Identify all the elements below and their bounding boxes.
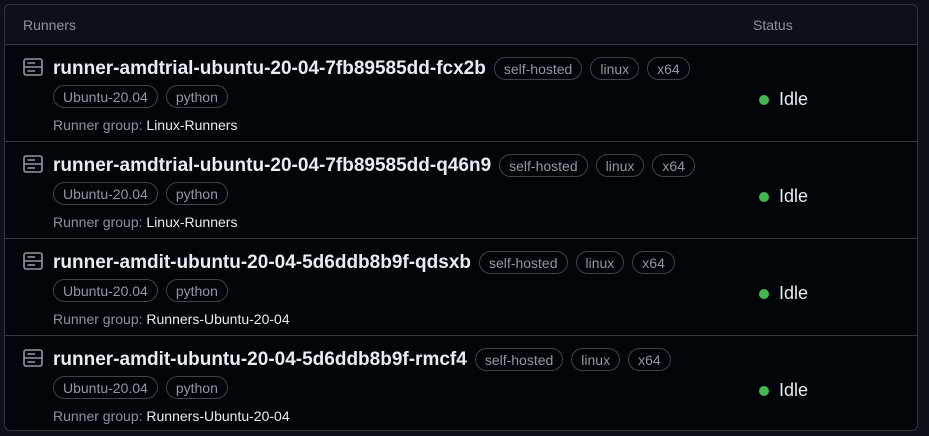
label-linux[interactable]: linux <box>590 57 640 80</box>
runner-group-prefix: Runner group: <box>53 214 147 230</box>
server-icon <box>23 58 43 76</box>
runner-title-line: runner-amdit-ubuntu-20-04-5d6ddb8b9f-qds… <box>53 251 675 274</box>
label-x64[interactable]: x64 <box>628 348 671 371</box>
status-text: Idle <box>779 89 809 109</box>
label-linux[interactable]: linux <box>571 348 621 371</box>
runner-group: Runner group: Linux-Runners <box>53 214 237 230</box>
label-x64[interactable]: x64 <box>632 251 675 274</box>
runner-row: runner-amdit-ubuntu-20-04-5d6ddb8b9f-rmc… <box>5 336 917 430</box>
label-python[interactable]: python <box>165 85 228 108</box>
status-text: Idle <box>779 186 809 206</box>
runners-column-header: Runners <box>23 17 76 33</box>
runner-group-name: Linux-Runners <box>146 117 238 133</box>
runner-extra-labels: Ubuntu-20.04 python <box>53 279 236 302</box>
label-self-hosted[interactable]: self-hosted <box>479 251 568 274</box>
label-self-hosted[interactable]: self-hosted <box>474 348 564 371</box>
runners-list: runner-amdtrial-ubuntu-20-04-7fb89585dd-… <box>5 45 917 430</box>
runner-group: Runner group: Runners-Ubuntu-20-04 <box>53 311 290 327</box>
label-self-hosted[interactable]: self-hosted <box>499 154 588 177</box>
runners-panel: Runners Status runner-amdtrial-ubuntu-20… <box>4 4 918 431</box>
runner-group: Runner group: Runners-Ubuntu-20-04 <box>53 408 290 424</box>
runner-row: runner-amdit-ubuntu-20-04-5d6ddb8b9f-qds… <box>5 239 917 336</box>
runner-title-line: runner-amdtrial-ubuntu-20-04-7fb89585dd-… <box>53 57 690 80</box>
runner-extra-labels: Ubuntu-20.04 python <box>53 182 236 205</box>
runner-status: Idle <box>759 89 808 110</box>
label-ubuntu[interactable]: Ubuntu-20.04 <box>53 376 158 399</box>
label-ubuntu[interactable]: Ubuntu-20.04 <box>53 85 158 108</box>
label-python[interactable]: python <box>165 182 228 205</box>
runner-title-line: runner-amdtrial-ubuntu-20-04-7fb89585dd-… <box>53 154 695 177</box>
runner-group-prefix: Runner group: <box>53 408 147 424</box>
runner-name-link[interactable]: runner-amdtrial-ubuntu-20-04-7fb89585dd-… <box>53 58 486 80</box>
runner-group-name: Runners-Ubuntu-20-04 <box>146 311 290 327</box>
status-text: Idle <box>779 283 809 303</box>
status-dot-icon <box>759 191 769 202</box>
server-icon <box>23 252 43 270</box>
label-ubuntu[interactable]: Ubuntu-20.04 <box>53 279 158 302</box>
label-x64[interactable]: x64 <box>652 154 695 177</box>
status-column-header: Status <box>753 17 793 33</box>
status-dot-icon <box>759 94 769 105</box>
status-text: Idle <box>779 380 809 400</box>
runner-extra-labels: Ubuntu-20.04 python <box>53 376 236 399</box>
server-icon <box>23 349 43 367</box>
label-ubuntu[interactable]: Ubuntu-20.04 <box>53 182 158 205</box>
runner-group-prefix: Runner group: <box>53 117 147 133</box>
runner-extra-labels: Ubuntu-20.04 python <box>53 85 236 108</box>
label-self-hosted[interactable]: self-hosted <box>493 57 583 80</box>
runner-status: Idle <box>759 283 808 304</box>
runners-table-header: Runners Status <box>5 5 917 45</box>
runner-group-prefix: Runner group: <box>53 311 147 327</box>
status-dot-icon <box>759 385 769 396</box>
server-icon <box>23 155 43 173</box>
runner-group-name: Runners-Ubuntu-20-04 <box>146 408 290 424</box>
runner-name-link[interactable]: runner-amdit-ubuntu-20-04-5d6ddb8b9f-qds… <box>53 252 471 274</box>
label-linux[interactable]: linux <box>575 251 625 274</box>
label-python[interactable]: python <box>165 376 228 399</box>
status-dot-icon <box>759 288 769 299</box>
runner-title-line: runner-amdit-ubuntu-20-04-5d6ddb8b9f-rmc… <box>53 348 671 371</box>
runner-group-name: Linux-Runners <box>146 214 238 230</box>
runner-status: Idle <box>759 186 808 207</box>
runner-row: runner-amdtrial-ubuntu-20-04-7fb89585dd-… <box>5 45 917 142</box>
runner-group: Runner group: Linux-Runners <box>53 117 237 133</box>
runner-row: runner-amdtrial-ubuntu-20-04-7fb89585dd-… <box>5 142 917 239</box>
label-linux[interactable]: linux <box>595 154 645 177</box>
runner-name-link[interactable]: runner-amdtrial-ubuntu-20-04-7fb89585dd-… <box>53 155 491 177</box>
label-x64[interactable]: x64 <box>647 57 690 80</box>
label-python[interactable]: python <box>165 279 228 302</box>
runner-status: Idle <box>759 380 808 401</box>
runner-name-link[interactable]: runner-amdit-ubuntu-20-04-5d6ddb8b9f-rmc… <box>53 349 467 371</box>
